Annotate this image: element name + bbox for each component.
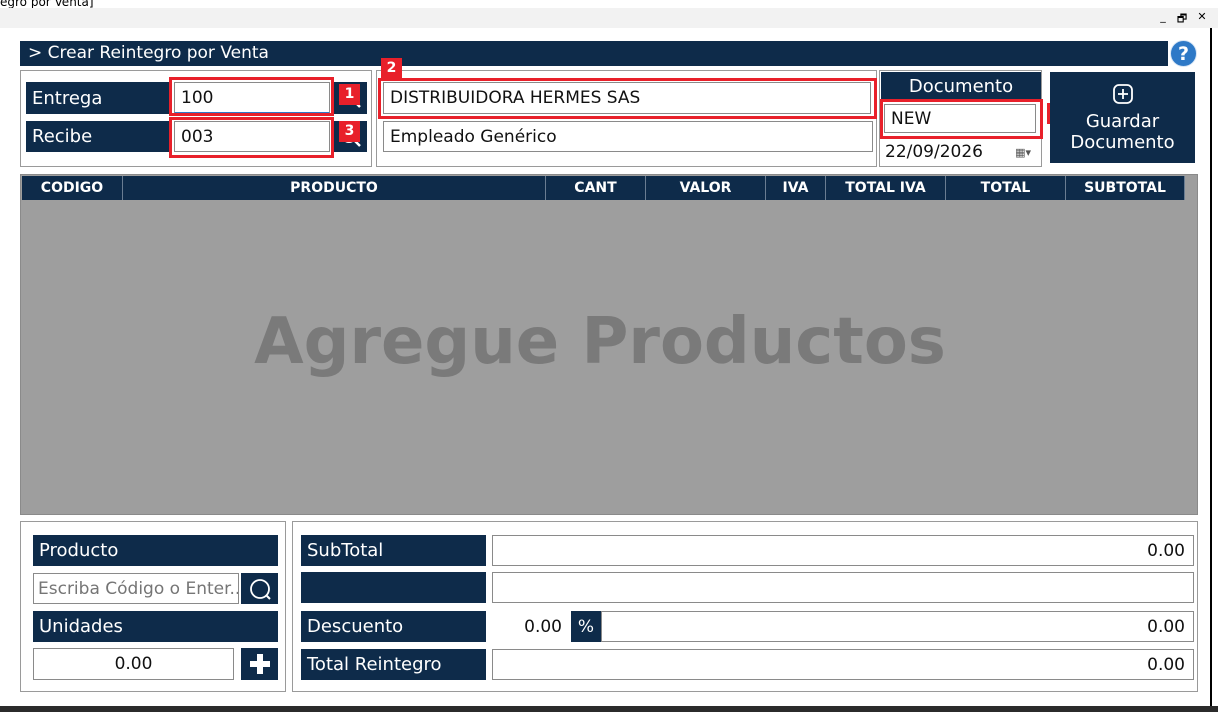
fecha-picker[interactable]: 22/09/2026 ▦▾: [881, 139, 1037, 165]
total-reintegro-value: 0.00: [492, 649, 1194, 680]
window-toolbar: [0, 8, 1218, 28]
total-reintegro-label: Total Reintegro: [301, 649, 486, 680]
highlight-box-2: [378, 78, 877, 119]
column-header-cant[interactable]: CANT: [546, 176, 646, 200]
add-icon: [1112, 83, 1133, 104]
callout-badge-2: 2: [381, 58, 402, 79]
blank-value: [492, 572, 1194, 603]
subtotal-label: SubTotal: [301, 535, 486, 566]
producto-search-button[interactable]: [241, 573, 278, 604]
help-icon[interactable]: ?: [1170, 40, 1197, 67]
page-title: > Crear Reintegro por Venta: [20, 41, 1168, 66]
descuento-percent-input[interactable]: 0.00: [492, 611, 570, 642]
column-header-producto[interactable]: PRODUCTO: [123, 176, 546, 200]
producto-label: Producto: [33, 535, 278, 566]
recibe-name-field: Empleado Genérico: [383, 121, 873, 152]
column-header-iva[interactable]: IVA: [766, 176, 826, 200]
search-icon: [249, 578, 271, 600]
unidades-input[interactable]: 0.00: [33, 648, 234, 680]
recibe-label: Recibe: [26, 121, 172, 152]
taskbar-strip: [0, 706, 1218, 712]
grid-header-row: CODIGO PRODUCTO CANT VALOR IVA TOTAL IVA…: [22, 176, 1185, 200]
column-header-valor[interactable]: VALOR: [646, 176, 766, 200]
unidades-label: Unidades: [33, 611, 278, 642]
documento-label: Documento: [881, 72, 1041, 100]
highlight-box-1: [169, 77, 334, 116]
producto-search-input[interactable]: [33, 573, 239, 604]
minimize-icon[interactable]: _: [1156, 10, 1170, 23]
guardar-documento-button[interactable]: Guardar Documento: [1050, 72, 1195, 163]
descuento-value: 0.00: [601, 611, 1194, 642]
guardar-label-line2: Documento: [1070, 131, 1175, 153]
percent-toggle[interactable]: %: [571, 611, 601, 642]
column-header-codigo[interactable]: CODIGO: [22, 176, 123, 200]
add-product-button[interactable]: [241, 648, 278, 680]
column-header-total-iva[interactable]: TOTAL IVA: [826, 176, 946, 200]
callout-badge-1: 1: [339, 84, 360, 105]
column-header-subtotal[interactable]: SUBTOTAL: [1066, 176, 1185, 200]
plus-icon: [249, 654, 270, 674]
subtotal-value: 0.00: [492, 535, 1194, 566]
column-header-total[interactable]: TOTAL: [946, 176, 1066, 200]
restore-icon[interactable]: 🗗: [1175, 10, 1189, 29]
entrega-label: Entrega: [26, 82, 172, 114]
calendar-dropdown-icon[interactable]: ▦▾: [1015, 146, 1031, 159]
callout-badge-3: 3: [339, 121, 360, 142]
empty-grid-message: Agregue Productos: [254, 305, 946, 379]
highlight-box-3: [169, 117, 334, 158]
highlight-box-4: [880, 99, 1043, 139]
guardar-label-line1: Guardar: [1085, 110, 1160, 132]
fecha-value: 22/09/2026: [885, 142, 983, 162]
close-icon[interactable]: ✕: [1195, 10, 1209, 23]
descuento-label: Descuento: [301, 611, 486, 642]
blank-label: [301, 572, 486, 603]
